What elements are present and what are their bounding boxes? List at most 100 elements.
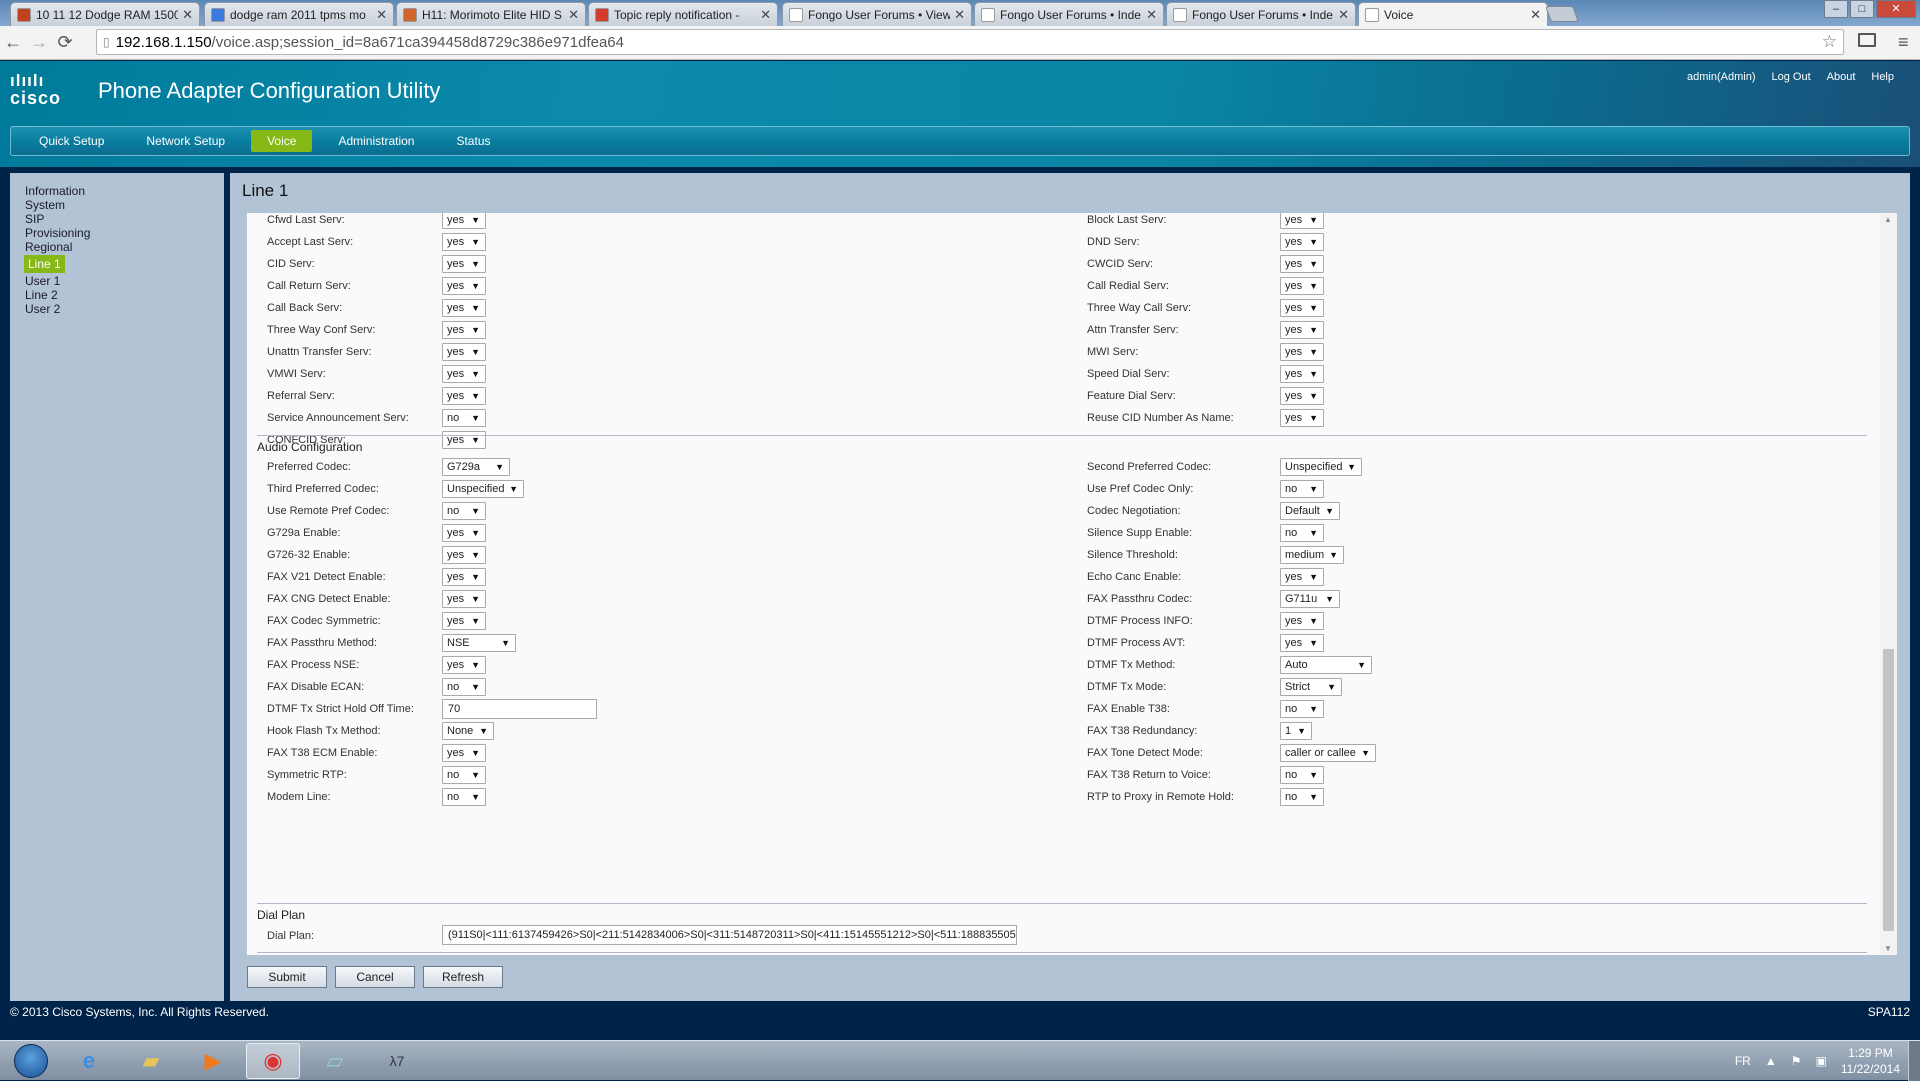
setting-select[interactable]: medium ▼	[1280, 546, 1344, 564]
setting-select[interactable]: yes ▼	[1280, 213, 1324, 229]
setting-select[interactable]: yes ▼	[1280, 277, 1324, 295]
browser-tab[interactable]: Fongo User Forums • View ✕	[782, 2, 972, 26]
maximize-button[interactable]: □	[1850, 0, 1874, 18]
tab-close-icon[interactable]: ✕	[954, 7, 965, 23]
cancel-button[interactable]: Cancel	[335, 966, 415, 988]
address-bar[interactable]: ▯ 192.168.1.150/voice.asp;session_id=8a6…	[96, 29, 1844, 55]
setting-select[interactable]: no ▼	[1280, 524, 1324, 542]
refresh-button[interactable]: Refresh	[423, 966, 503, 988]
setting-select[interactable]: yes ▼	[442, 546, 486, 564]
setting-select[interactable]: yes ▼	[442, 255, 486, 273]
tab-close-icon[interactable]: ✕	[1530, 7, 1541, 23]
setting-select[interactable]: yes ▼	[442, 612, 486, 630]
setting-select[interactable]: yes ▼	[442, 233, 486, 251]
nav-administration[interactable]: Administration	[322, 130, 430, 152]
internet-explorer-icon[interactable]: e	[62, 1043, 116, 1079]
start-button[interactable]	[4, 1043, 58, 1079]
setting-select[interactable]: yes ▼	[1280, 612, 1324, 630]
notepad-icon[interactable]: ▱	[308, 1043, 362, 1079]
show-desktop-button[interactable]	[1908, 1041, 1920, 1081]
setting-select[interactable]: no ▼	[1280, 700, 1324, 718]
browser-tab[interactable]: Voice ✕	[1358, 2, 1548, 27]
setting-select[interactable]: yes ▼	[1280, 321, 1324, 339]
sidebar-item-sip[interactable]: SIP	[24, 212, 224, 226]
browser-tab[interactable]: H11: Morimoto Elite HID S ✕	[396, 2, 586, 26]
setting-select[interactable]: Strict ▼	[1280, 678, 1342, 696]
setting-select[interactable]: caller or callee ▼	[1280, 744, 1376, 762]
setting-select[interactable]: G729a ▼	[442, 458, 510, 476]
setting-select[interactable]: Auto ▼	[1280, 656, 1372, 674]
setting-select[interactable]: yes ▼	[1280, 634, 1324, 652]
setting-select[interactable]: Default ▼	[1280, 502, 1340, 520]
setting-select[interactable]: G711u ▼	[1280, 590, 1340, 608]
tab-close-icon[interactable]: ✕	[1338, 7, 1349, 23]
file-explorer-icon[interactable]: ▰	[124, 1043, 178, 1079]
about-link[interactable]: About	[1827, 71, 1856, 83]
browser-tab[interactable]: Topic reply notification - ✕	[588, 2, 778, 26]
setting-select[interactable]: yes ▼	[442, 431, 486, 449]
logout-link[interactable]: Log Out	[1771, 71, 1810, 83]
setting-select[interactable]: yes ▼	[442, 213, 486, 229]
scrollbar-thumb[interactable]	[1883, 649, 1894, 931]
setting-select[interactable]: yes ▼	[442, 277, 486, 295]
setting-select[interactable]: 1 ▼	[1280, 722, 1312, 740]
setting-select[interactable]: yes ▼	[442, 568, 486, 586]
tab-close-icon[interactable]: ✕	[568, 7, 579, 23]
cast-icon[interactable]	[1858, 33, 1876, 47]
setting-select[interactable]: yes ▼	[442, 321, 486, 339]
sidebar-item-system[interactable]: System	[24, 198, 224, 212]
menu-icon[interactable]: ≡	[1898, 32, 1909, 53]
sidebar-item-provisioning[interactable]: Provisioning	[24, 226, 224, 240]
sidebar-item-user-1[interactable]: User 1	[24, 274, 224, 288]
setting-select[interactable]: yes ▼	[442, 590, 486, 608]
network-icon[interactable]: ▣	[1815, 1054, 1826, 1068]
browser-tab[interactable]: Fongo User Forums • Inde ✕	[974, 2, 1164, 26]
sidebar-item-regional[interactable]: Regional	[24, 240, 224, 254]
nav-voice[interactable]: Voice	[251, 130, 313, 152]
tab-close-icon[interactable]: ✕	[1146, 7, 1157, 23]
tab-close-icon[interactable]: ✕	[182, 7, 193, 23]
reload-icon[interactable]: ⟳	[52, 32, 78, 53]
back-icon[interactable]: ←	[0, 32, 26, 53]
forward-icon[interactable]: →	[26, 32, 52, 53]
setting-select[interactable]: None ▼	[442, 722, 494, 740]
setting-select[interactable]: no ▼	[1280, 788, 1324, 806]
setting-select[interactable]: Unspecified ▼	[442, 480, 524, 498]
browser-tab[interactable]: Fongo User Forums • Inde ✕	[1166, 2, 1356, 26]
scroll-down-icon[interactable]: ▼	[1884, 944, 1892, 953]
action-center-flag-icon[interactable]: ⚑	[1791, 1054, 1802, 1068]
setting-select[interactable]: yes ▼	[1280, 233, 1324, 251]
media-player-icon[interactable]: ▶	[186, 1043, 240, 1079]
setting-select[interactable]: yes ▼	[1280, 365, 1324, 383]
setting-select[interactable]: no ▼	[442, 502, 486, 520]
help-link[interactable]: Help	[1871, 71, 1894, 83]
setting-select[interactable]: no ▼	[442, 788, 486, 806]
browser-tab[interactable]: 10 11 12 Dodge RAM 1500 ✕	[10, 2, 200, 26]
submit-button[interactable]: Submit	[247, 966, 327, 988]
setting-select[interactable]: Unspecified ▼	[1280, 458, 1362, 476]
setting-select[interactable]: yes ▼	[442, 365, 486, 383]
setting-text-input[interactable]: 70	[442, 699, 597, 719]
setting-select[interactable]: yes ▼	[442, 299, 486, 317]
clock[interactable]: 1:29 PM 11/22/2014	[1841, 1045, 1900, 1077]
setting-select[interactable]: no ▼	[442, 409, 486, 427]
browser-tab[interactable]: dodge ram 2011 tpms mo ✕	[204, 2, 394, 26]
setting-select[interactable]: no ▼	[442, 766, 486, 784]
close-window-button[interactable]: ✕	[1876, 0, 1916, 18]
setting-select[interactable]: yes ▼	[442, 524, 486, 542]
setting-select[interactable]: yes ▼	[1280, 387, 1324, 405]
bookmark-star-icon[interactable]: ☆	[1822, 32, 1837, 52]
setting-select[interactable]: yes ▼	[442, 343, 486, 361]
lambda-app-icon[interactable]: λ7	[370, 1043, 424, 1079]
setting-select[interactable]: yes ▼	[1280, 568, 1324, 586]
new-tab-button[interactable]	[1545, 6, 1579, 22]
sidebar-item-line-1[interactable]: Line 1	[24, 255, 65, 273]
chrome-icon[interactable]: ◉	[246, 1043, 300, 1079]
language-indicator[interactable]: FR	[1735, 1054, 1751, 1068]
minimize-button[interactable]: –	[1824, 0, 1848, 18]
setting-select[interactable]: yes ▼	[1280, 255, 1324, 273]
nav-status[interactable]: Status	[440, 130, 506, 152]
setting-select[interactable]: NSE ▼	[442, 634, 516, 652]
setting-select[interactable]: no ▼	[1280, 766, 1324, 784]
tab-close-icon[interactable]: ✕	[376, 7, 387, 23]
